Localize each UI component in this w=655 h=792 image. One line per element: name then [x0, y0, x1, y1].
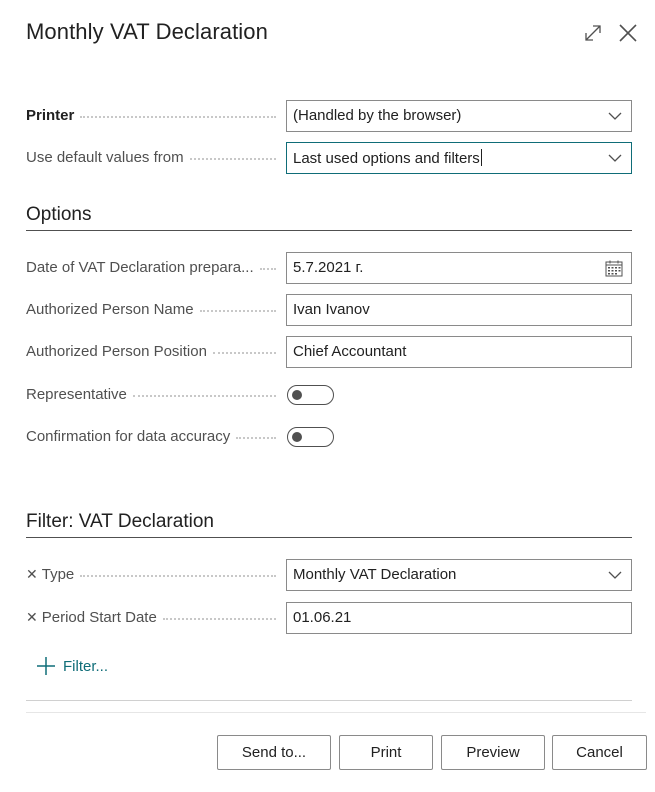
date-row: Date of VAT Declaration prepara... 5.7.2…	[26, 252, 632, 284]
type-filter-select[interactable]: Monthly VAT Declaration	[286, 559, 632, 591]
type-filter-value: Monthly VAT Declaration	[293, 566, 457, 583]
remove-filter-x-icon[interactable]: ✕	[26, 609, 38, 626]
confirmation-toggle[interactable]	[287, 427, 334, 447]
defaults-select[interactable]: Last used options and filters	[286, 142, 632, 174]
dialog-title: Monthly VAT Declaration	[26, 19, 268, 44]
representative-toggle[interactable]	[287, 385, 334, 405]
chevron-down-icon	[608, 112, 622, 120]
defaults-value: Last used options and filters	[293, 150, 480, 167]
options-section-title: Options	[26, 204, 92, 225]
add-filter-link[interactable]: Filter...	[36, 656, 108, 676]
period-filter-label: ✕ Period Start Date	[26, 609, 276, 626]
period-filter-field[interactable]: 01.06.21	[286, 602, 632, 634]
person-position-field[interactable]: Chief Accountant	[286, 336, 632, 368]
confirmation-row: Confirmation for data accuracy	[26, 421, 632, 453]
period-filter-row: ✕ Period Start Date 01.06.21	[26, 602, 632, 634]
request-page-dialog: Monthly VAT Declaration Printer (Handled…	[0, 0, 655, 792]
filter-divider	[26, 537, 632, 538]
plus-icon	[37, 657, 55, 675]
calendar-icon[interactable]	[605, 260, 623, 277]
period-filter-value: 01.06.21	[293, 609, 352, 626]
toggle-knob	[292, 390, 302, 400]
close-icon[interactable]	[615, 20, 641, 46]
printer-label: Printer	[26, 107, 276, 124]
text-caret	[480, 149, 482, 166]
person-position-row: Authorized Person Position Chief Account…	[26, 336, 632, 368]
person-name-row: Authorized Person Name Ivan Ivanov	[26, 294, 632, 326]
filter-section-title: Filter: VAT Declaration	[26, 511, 214, 532]
printer-select[interactable]: (Handled by the browser)	[286, 100, 632, 132]
representative-row: Representative	[26, 379, 632, 411]
date-field[interactable]: 5.7.2021 г.	[286, 252, 632, 284]
options-divider	[26, 230, 632, 231]
remove-filter-x-icon[interactable]: ✕	[26, 566, 38, 583]
printer-row: Printer (Handled by the browser)	[26, 100, 632, 132]
cancel-button[interactable]: Cancel	[552, 735, 647, 770]
print-button[interactable]: Print	[339, 735, 433, 770]
chevron-down-icon	[608, 154, 622, 162]
date-label: Date of VAT Declaration prepara...	[26, 259, 276, 276]
add-filter-label: Filter...	[63, 657, 109, 675]
confirmation-label: Confirmation for data accuracy	[26, 428, 276, 445]
date-value: 5.7.2021 г.	[293, 259, 364, 276]
preview-button[interactable]: Preview	[441, 735, 545, 770]
person-name-label: Authorized Person Name	[26, 301, 276, 318]
person-name-value: Ivan Ivanov	[293, 301, 370, 318]
toggle-knob	[292, 432, 302, 442]
representative-label: Representative	[26, 386, 276, 403]
printer-value: (Handled by the browser)	[293, 107, 462, 124]
chevron-down-icon	[608, 571, 622, 579]
defaults-row: Use default values from Last used option…	[26, 142, 632, 174]
person-name-field[interactable]: Ivan Ivanov	[286, 294, 632, 326]
person-position-value: Chief Accountant	[293, 343, 407, 360]
expand-diagonal-icon[interactable]	[580, 20, 606, 46]
footer-divider-secondary	[26, 712, 646, 713]
footer-divider	[26, 700, 632, 701]
type-filter-label: ✕ Type	[26, 566, 276, 583]
type-filter-row: ✕ Type Monthly VAT Declaration	[26, 559, 632, 591]
person-position-label: Authorized Person Position	[26, 343, 276, 360]
defaults-label: Use default values from	[26, 149, 276, 166]
send-to-button[interactable]: Send to...	[217, 735, 331, 770]
